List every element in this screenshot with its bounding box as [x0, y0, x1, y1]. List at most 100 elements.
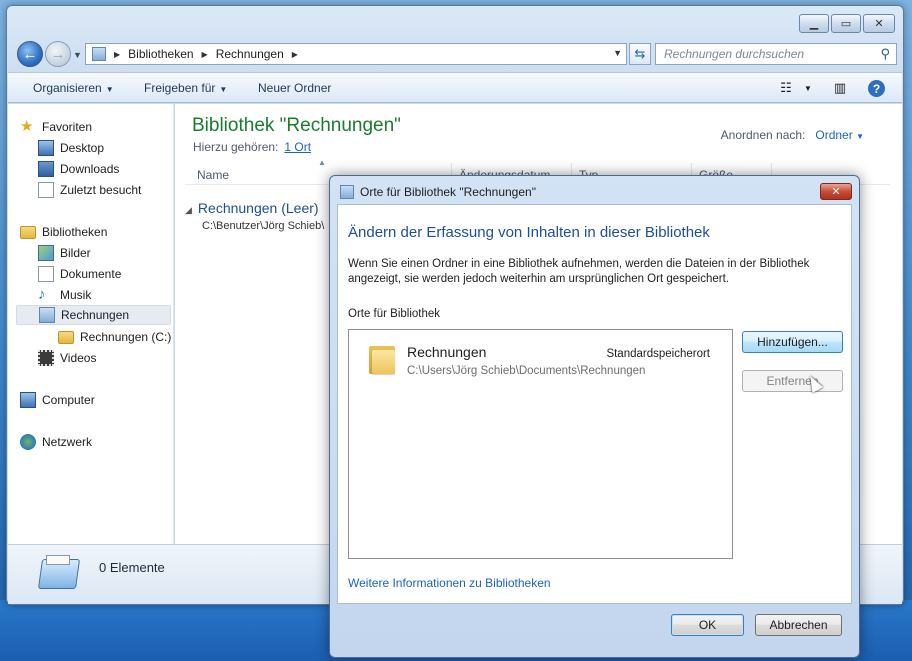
- sidebar-item-label: Musik: [60, 288, 92, 302]
- documents-icon: [38, 266, 54, 282]
- default-save-location-label: Standardspeicherort: [606, 348, 710, 360]
- sidebar-item-label: Bilder: [60, 246, 91, 260]
- library-includes: Hierzu gehören: 1 Ort: [193, 140, 311, 154]
- sidebar-item-computer[interactable]: Computer: [16, 390, 172, 410]
- back-button[interactable]: ←: [17, 41, 43, 67]
- dialog-title: Orte für Bibliothek "Rechnungen": [360, 185, 536, 199]
- library-icon: [340, 185, 354, 199]
- refresh-button[interactable]: ⇆: [629, 43, 651, 65]
- sidebar-item-label: Rechnungen (C:): [80, 330, 172, 344]
- navigation-pane: ★ Favoriten Desktop Downloads Zuletzt bes…: [8, 104, 174, 544]
- organize-label: Organisieren: [33, 81, 102, 95]
- sidebar-item-label: Netzwerk: [42, 435, 93, 449]
- sidebar-item-dokumente[interactable]: Dokumente: [34, 264, 172, 284]
- locations-list[interactable]: Rechnungen C:\Users\Jörg Schieb\Document…: [348, 329, 733, 559]
- breadcrumb-arrow-icon[interactable]: ▶: [114, 50, 120, 59]
- star-icon: ★: [20, 118, 34, 135]
- ok-button[interactable]: OK: [671, 614, 744, 636]
- preview-pane-icon[interactable]: ▥: [830, 79, 850, 97]
- share-button[interactable]: Freigeben für ▼: [144, 81, 227, 95]
- forward-button[interactable]: →: [45, 41, 71, 67]
- sidebar-item-label: Desktop: [60, 141, 105, 155]
- group-header[interactable]: ◢ Rechnungen (Leer): [185, 200, 319, 216]
- location-path: C:\Users\Jörg Schieb\Documents\Rechnunge…: [407, 365, 646, 377]
- breadcrumb-arrow-icon[interactable]: ▶: [202, 50, 208, 59]
- navigation-bar: ← → ▼ ▶ Bibliotheken ▶ Rechnungen ▶ ▼ ⇆ …: [15, 41, 897, 69]
- library-icon: [92, 47, 106, 61]
- location-name: Rechnungen: [407, 344, 487, 360]
- minimize-button[interactable]: ▁: [799, 14, 829, 33]
- desktop-icon: [38, 140, 54, 156]
- new-folder-label: Neuer Ordner: [258, 81, 332, 95]
- recent-pages-dropdown-icon[interactable]: ▼: [73, 50, 82, 60]
- recent-places-icon: [38, 182, 54, 198]
- window-caption-buttons: ▁ ▭ ✕: [799, 14, 895, 33]
- libraries-icon: [20, 225, 36, 239]
- add-location-button[interactable]: Hinzufügen...: [742, 331, 843, 353]
- organize-button[interactable]: Organisieren ▼: [33, 81, 114, 95]
- remove-location-button[interactable]: Entfernen: [742, 370, 843, 392]
- pictures-icon: [38, 245, 54, 261]
- address-dropdown-icon[interactable]: ▼: [613, 48, 622, 58]
- collapse-icon[interactable]: ◢: [185, 205, 192, 215]
- includes-label: Hierzu gehören:: [193, 140, 279, 154]
- maximize-button[interactable]: ▭: [831, 14, 861, 33]
- includes-link[interactable]: 1 Ort: [284, 140, 311, 154]
- network-icon: [20, 434, 36, 450]
- sidebar-item-label: Bibliotheken: [42, 225, 108, 239]
- view-options-icon[interactable]: ☷: [776, 79, 796, 97]
- sidebar-item-desktop[interactable]: Desktop: [34, 138, 172, 158]
- sidebar-item-musik[interactable]: ♪ Musik: [34, 285, 172, 305]
- music-icon: ♪: [38, 286, 46, 303]
- more-info-link[interactable]: Weitere Informationen zu Bibliotheken: [348, 576, 551, 590]
- sidebar-item-label: Dokumente: [60, 267, 122, 281]
- sidebar-item-favoriten[interactable]: ★ Favoriten: [16, 117, 172, 137]
- sidebar-item-recent[interactable]: Zuletzt besucht: [34, 180, 172, 200]
- videos-icon: [38, 350, 54, 366]
- sidebar-item-label: Videos: [60, 351, 97, 365]
- page-title: Bibliothek "Rechnungen": [192, 115, 401, 136]
- library-large-icon: [36, 555, 82, 597]
- sidebar-item-bibliotheken[interactable]: Bibliotheken: [16, 222, 172, 242]
- refresh-icon: ⇆: [634, 46, 646, 61]
- library-icon: [39, 307, 55, 323]
- item-count: 0 Elemente: [99, 560, 165, 575]
- sidebar-item-label: Favoriten: [42, 120, 93, 134]
- dialog-close-button[interactable]: ✕: [820, 183, 852, 200]
- arrange-dropdown[interactable]: Ordner ▼: [815, 128, 864, 142]
- close-button[interactable]: ✕: [863, 14, 895, 33]
- address-bar[interactable]: ▶ Bibliotheken ▶ Rechnungen ▶ ▼: [85, 43, 627, 65]
- sidebar-item-rechnungen[interactable]: Rechnungen: [16, 305, 171, 325]
- search-icon[interactable]: ⚲: [880, 46, 890, 62]
- arrange-value: Ordner: [815, 128, 853, 142]
- sidebar-item-label: Zuletzt besucht: [60, 183, 142, 197]
- new-folder-button[interactable]: Neuer Ordner: [258, 81, 331, 95]
- sidebar-item-bilder[interactable]: Bilder: [34, 243, 172, 263]
- breadcrumb-arrow-icon[interactable]: ▶: [292, 50, 298, 59]
- sidebar-item-downloads[interactable]: Downloads: [34, 159, 172, 179]
- downloads-icon: [38, 161, 54, 177]
- group-title: Rechnungen (Leer): [197, 200, 319, 216]
- folder-icon: [58, 330, 74, 344]
- sidebar-item-videos[interactable]: Videos: [34, 348, 172, 368]
- help-icon[interactable]: ?: [868, 80, 885, 97]
- column-header-name[interactable]: Name: [190, 168, 229, 182]
- sidebar-item-label: Downloads: [60, 162, 120, 176]
- search-placeholder: Rechnungen durchsuchen: [664, 47, 805, 61]
- sidebar-item-label: Rechnungen: [61, 308, 130, 322]
- folder-icon: [369, 344, 397, 374]
- close-icon: ✕: [831, 186, 841, 198]
- view-dropdown-icon[interactable]: ▼: [798, 79, 818, 97]
- dialog-description: Wenn Sie einen Ordner in eine Bibliothek…: [348, 258, 810, 285]
- breadcrumb-rechnungen[interactable]: Rechnungen: [216, 47, 284, 61]
- breadcrumb-bibliotheken[interactable]: Bibliotheken: [128, 47, 193, 61]
- cancel-button[interactable]: Abbrechen: [755, 614, 842, 636]
- sidebar-item-netzwerk[interactable]: Netzwerk: [16, 432, 172, 452]
- locations-label: Orte für Bibliothek: [348, 308, 441, 320]
- computer-icon: [20, 392, 36, 408]
- sidebar-item-rechnungen-c[interactable]: Rechnungen (C:): [54, 327, 172, 347]
- search-input[interactable]: Rechnungen durchsuchen ⚲: [655, 43, 897, 65]
- command-bar: Organisieren ▼ Freigeben für ▼ Neuer Ordne…: [8, 72, 902, 103]
- group-path: C:\Benutzer\Jörg Schieb\: [202, 220, 325, 232]
- library-locations-dialog: Orte für Bibliothek "Rechnungen" ✕ Änder…: [329, 175, 860, 658]
